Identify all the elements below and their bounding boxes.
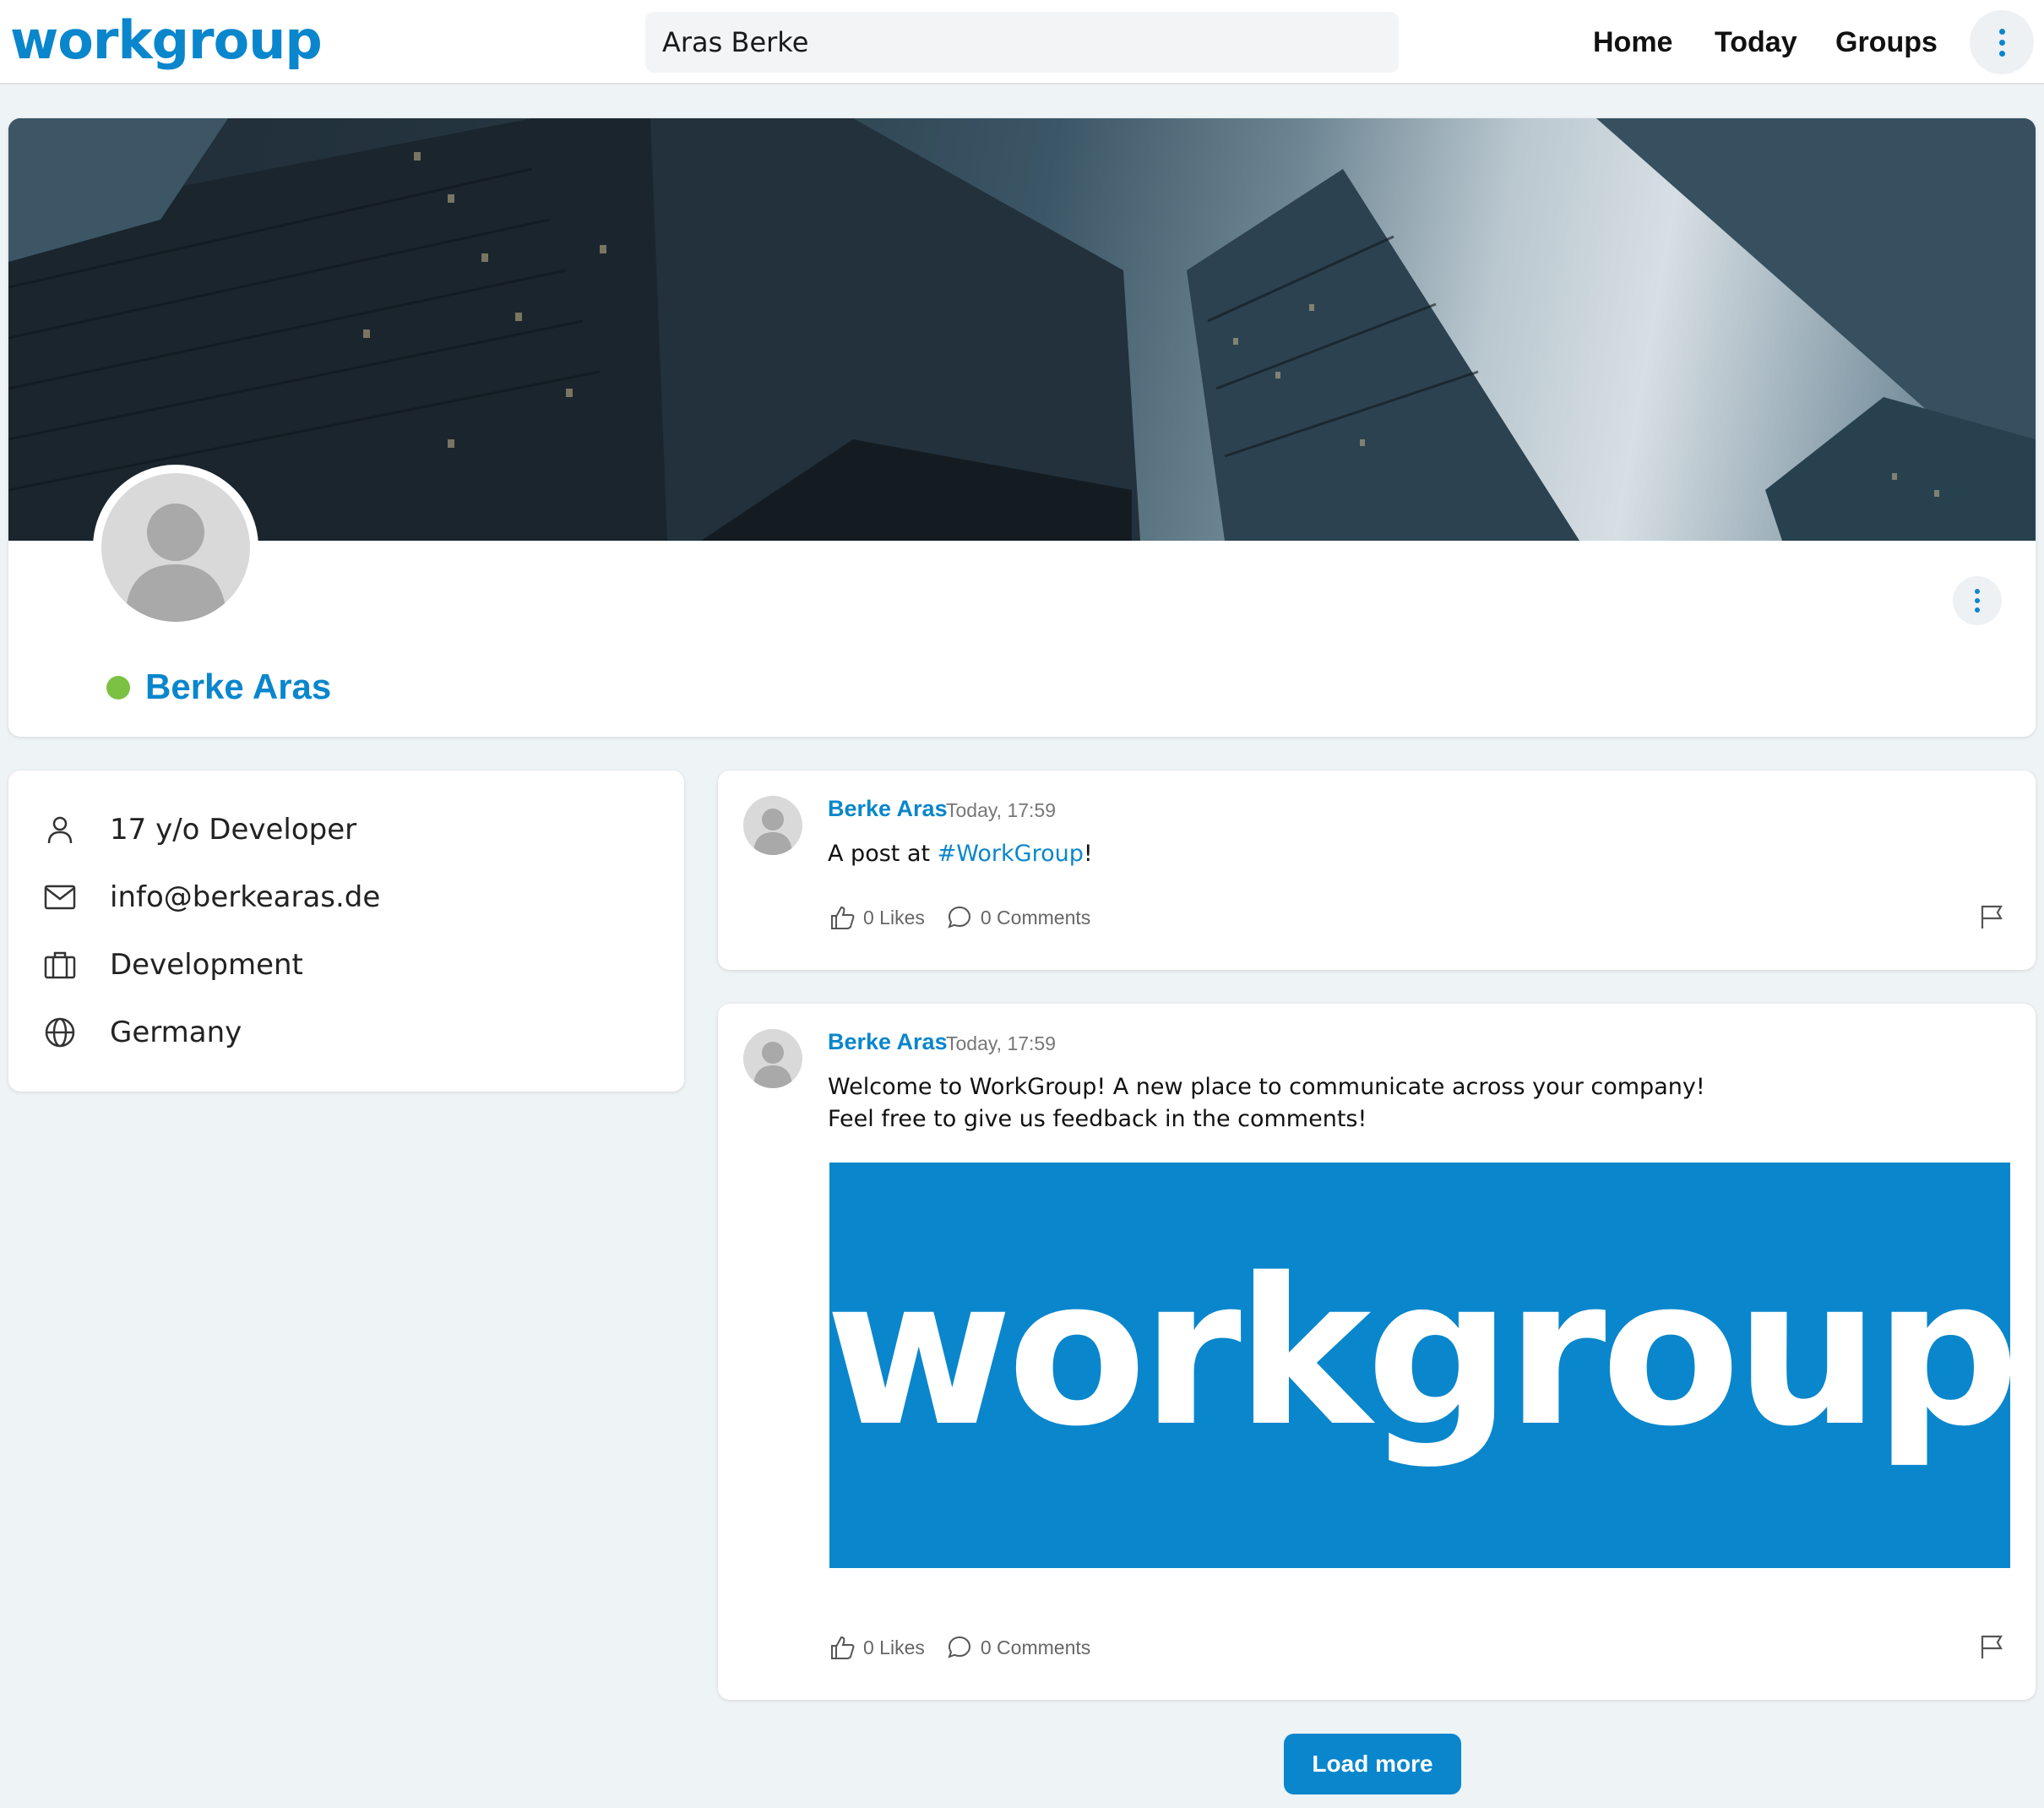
thumbs-up-icon bbox=[831, 1636, 855, 1659]
cover-image bbox=[8, 118, 2036, 541]
comment-icon bbox=[948, 906, 970, 929]
post-card: Berke Aras Today, 17:59 A post at #WorkG… bbox=[718, 771, 2036, 970]
comment-count: 0 Comments bbox=[980, 1636, 1091, 1658]
nav-today[interactable]: Today bbox=[1715, 0, 1797, 84]
top-navigation-bar: workgroup Home Today Groups bbox=[0, 0, 2044, 84]
info-row-role: 17 y/o Developer bbox=[42, 804, 356, 855]
load-more-button[interactable]: Load more bbox=[1284, 1734, 1461, 1794]
globe-icon bbox=[42, 1015, 78, 1050]
post-author-name[interactable]: Berke Aras bbox=[828, 1029, 948, 1055]
thumbs-up-icon bbox=[831, 906, 855, 929]
info-role-text: 17 y/o Developer bbox=[110, 813, 357, 847]
online-status-indicator bbox=[106, 676, 130, 700]
info-row-email: info@berkearas.de bbox=[42, 872, 380, 923]
mail-icon bbox=[42, 879, 78, 915]
report-flag-icon[interactable] bbox=[1978, 1632, 2007, 1661]
profile-options-icon[interactable] bbox=[1953, 576, 2002, 625]
like-button[interactable]: 0 Likes bbox=[829, 1635, 925, 1660]
post-image-logo-text: workgroup bbox=[824, 1234, 2020, 1471]
post-text-end: ! bbox=[1083, 841, 1093, 867]
info-row-department: Development bbox=[42, 939, 303, 990]
like-count: 0 Likes bbox=[863, 906, 925, 929]
info-country-text: Germany bbox=[110, 1016, 242, 1049]
profile-header-card: Berke Aras bbox=[8, 118, 2036, 737]
post-author-avatar[interactable] bbox=[743, 796, 802, 855]
like-button[interactable]: 0 Likes bbox=[829, 905, 925, 930]
post-body: A post at #WorkGroup! bbox=[828, 838, 1093, 870]
nav-home[interactable]: Home bbox=[1593, 0, 1672, 84]
post-timestamp: Today, 17:59 bbox=[946, 799, 1057, 821]
post-text: A post at bbox=[828, 841, 938, 867]
post-actions: 0 Likes 0 Comments bbox=[829, 1631, 1112, 1664]
profile-avatar[interactable] bbox=[93, 465, 258, 630]
post-image[interactable]: workgroup bbox=[825, 1163, 2020, 1568]
profile-name: Berke Aras bbox=[145, 667, 332, 706]
report-flag-icon[interactable] bbox=[1978, 902, 2007, 931]
comment-count: 0 Comments bbox=[980, 906, 1091, 929]
profile-info-card: 17 y/o Developer info@berkearas.de Devel… bbox=[8, 771, 684, 1092]
hashtag-link[interactable]: #WorkGroup bbox=[938, 841, 1084, 867]
person-icon bbox=[42, 812, 78, 847]
comment-button[interactable]: 0 Comments bbox=[947, 905, 1090, 930]
search-input[interactable] bbox=[645, 12, 1399, 73]
workgroup-logo[interactable]: workgroup bbox=[10, 5, 323, 76]
post-actions: 0 Likes 0 Comments bbox=[829, 901, 1112, 934]
post-author-name[interactable]: Berke Aras bbox=[828, 796, 948, 822]
post-body-line-1: Welcome to WorkGroup! A new place to com… bbox=[828, 1074, 1705, 1100]
info-email-text[interactable]: info@berkearas.de bbox=[110, 880, 380, 914]
more-options-icon[interactable] bbox=[1970, 10, 2034, 74]
post-author-avatar[interactable] bbox=[743, 1029, 802, 1088]
info-row-country: Germany bbox=[42, 1007, 242, 1058]
like-count: 0 Likes bbox=[863, 1636, 925, 1658]
comment-icon bbox=[948, 1636, 970, 1658]
comment-button[interactable]: 0 Comments bbox=[947, 1635, 1090, 1660]
nav-groups[interactable]: Groups bbox=[1835, 0, 1938, 84]
briefcase-icon bbox=[42, 947, 78, 983]
info-department-text: Development bbox=[110, 948, 303, 982]
post-timestamp: Today, 17:59 bbox=[946, 1032, 1057, 1054]
post-body-line-2: Feel free to give us feedback in the com… bbox=[828, 1106, 1367, 1132]
post-card: Berke Aras Today, 17:59 Welcome to WorkG… bbox=[718, 1004, 2036, 1700]
